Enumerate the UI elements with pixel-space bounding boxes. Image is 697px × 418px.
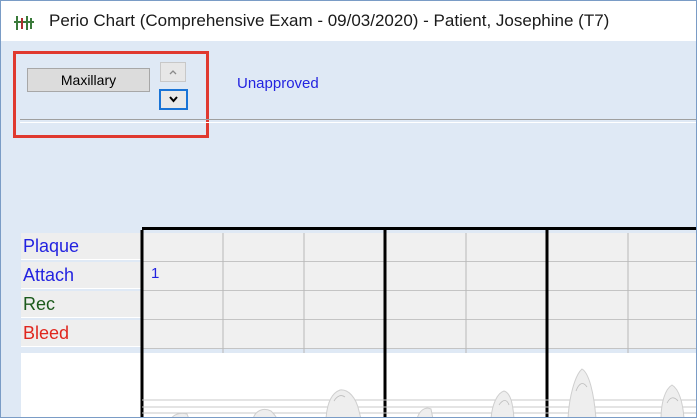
chart-grid [140, 230, 696, 417]
perio-chart-window: Perio Chart (Comprehensive Exam - 09/03/… [0, 0, 697, 418]
tooth-icon [171, 368, 685, 417]
